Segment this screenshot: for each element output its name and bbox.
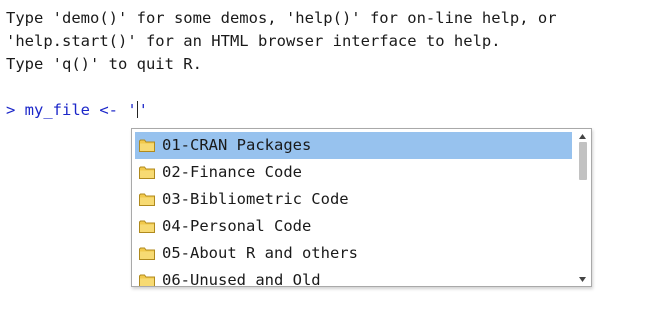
console-intro-line: 'help.start()' for an HTML browser inter…: [6, 32, 501, 50]
completion-item[interactable]: 01-CRAN Packages: [135, 132, 572, 159]
folder-icon: [139, 166, 155, 179]
autocomplete-popup[interactable]: 01-CRAN Packages 02-Finance Code 03-Biblio…: [131, 128, 592, 287]
console-intro-line: Type 'demo()' for some demos, 'help()' f…: [6, 9, 557, 27]
completion-list: 01-CRAN Packages 02-Finance Code 03-Biblio…: [135, 132, 572, 287]
folder-icon: [139, 220, 155, 233]
completion-item[interactable]: 04-Personal Code: [135, 213, 572, 240]
folder-icon: [139, 247, 155, 260]
completion-item-label: 02-Finance Code: [162, 163, 302, 181]
folder-icon: [139, 139, 155, 152]
prompt-text: > my_file <- ': [6, 101, 137, 119]
completion-item[interactable]: 02-Finance Code: [135, 159, 572, 186]
completion-item-label: 05-About R and others: [162, 244, 358, 262]
scroll-up-arrow-icon[interactable]: [576, 131, 589, 141]
folder-icon: [139, 274, 155, 286]
scrollbar-thumb[interactable]: [579, 142, 587, 180]
completion-item-label: 03-Bibliometric Code: [162, 190, 349, 208]
folder-icon: [139, 193, 155, 206]
scroll-down-arrow-icon[interactable]: [576, 274, 589, 284]
console-intro-line: Type 'q()' to quit R.: [6, 55, 202, 73]
completion-item[interactable]: 03-Bibliometric Code: [135, 186, 572, 213]
console-input-line[interactable]: > my_file <- ' ': [6, 99, 148, 122]
completion-item-label: 04-Personal Code: [162, 217, 312, 235]
text-cursor: [136, 101, 138, 118]
completion-item[interactable]: 05-About R and others: [135, 240, 572, 267]
completion-item-label: 06-Unused and Old: [162, 271, 321, 287]
completion-item[interactable]: 06-Unused and Old: [135, 267, 572, 287]
closing-quote: ': [138, 101, 148, 119]
popup-scrollbar[interactable]: [576, 131, 589, 284]
completion-item-label: 01-CRAN Packages: [162, 136, 312, 154]
